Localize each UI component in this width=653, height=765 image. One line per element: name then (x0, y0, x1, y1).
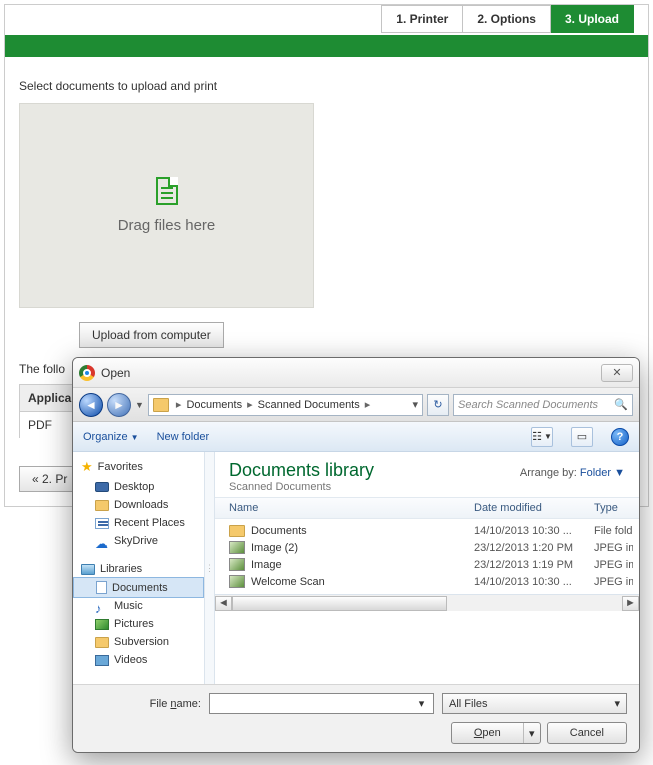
tab-printer[interactable]: 1. Printer (381, 5, 463, 33)
cancel-button[interactable]: Cancel (547, 722, 627, 744)
scroll-left-icon[interactable]: ◄ (215, 596, 232, 611)
file-date: 14/10/2013 10:30 ... (474, 576, 594, 588)
crumb-dropdown-icon[interactable]: ▾ (412, 398, 418, 411)
nav-back-button[interactable]: ◄ (79, 393, 103, 417)
folder-icon (95, 637, 109, 648)
arrange-by[interactable]: Arrange by: Folder ▼ (520, 467, 625, 479)
refresh-button[interactable]: ↻ (427, 394, 449, 416)
nav-videos[interactable]: Videos (73, 651, 204, 669)
col-type[interactable]: Type (594, 502, 633, 514)
music-icon: ♪ (95, 601, 109, 612)
nav-forward-button[interactable]: ► (107, 393, 131, 417)
nav-recent[interactable]: Recent Places (73, 514, 204, 532)
file-name: Welcome Scan (251, 576, 325, 588)
splitter-handle[interactable]: ⋮ (205, 452, 215, 684)
navigation-pane: ★Favorites Desktop Downloads Recent Plac… (73, 452, 205, 684)
upload-prompt: Select documents to upload and print (19, 79, 634, 93)
tab-options[interactable]: 2. Options (463, 5, 551, 33)
chevron-down-icon[interactable]: ▾ (614, 697, 620, 710)
open-split-dropdown[interactable]: ▾ (524, 723, 540, 743)
file-filter-select[interactable]: All Files▾ (442, 693, 627, 714)
dialog-titlebar: Open ✕ (73, 358, 639, 388)
view-mode-button[interactable]: ☷ ▼ (531, 427, 553, 447)
document-icon (156, 177, 178, 205)
crumb-documents[interactable]: Documents (186, 399, 242, 411)
image-icon (229, 575, 245, 588)
file-date: 23/12/2013 1:19 PM (474, 559, 594, 571)
nav-music[interactable]: ♪Music (73, 597, 204, 615)
image-icon (229, 541, 245, 554)
recent-icon (95, 518, 109, 529)
nav-subversion[interactable]: Subversion (73, 633, 204, 651)
file-list: Documents14/10/2013 10:30 ...File folder… (215, 519, 639, 594)
search-placeholder: Search Scanned Documents (458, 399, 598, 411)
open-button[interactable]: Open ▾ (451, 722, 541, 744)
organize-menu[interactable]: Organize▼ (83, 431, 139, 443)
libraries-icon (81, 564, 95, 575)
new-folder-button[interactable]: New folder (157, 431, 210, 443)
close-button[interactable]: ✕ (601, 364, 633, 382)
folder-icon (229, 525, 245, 537)
image-icon (229, 558, 245, 571)
chrome-icon (79, 365, 95, 381)
column-headers[interactable]: Name Date modified Type (215, 497, 639, 519)
desktop-icon (95, 482, 109, 492)
upload-from-computer-button[interactable]: Upload from computer (79, 322, 224, 348)
dialog-toolbar: Organize▼ New folder ☷ ▼ ▭ ? (73, 422, 639, 452)
address-bar: ◄ ► ▼ ▸ Documents ▸ Scanned Documents ▸ … (73, 388, 639, 422)
file-name: Documents (251, 525, 307, 537)
file-type: File folder (594, 525, 633, 537)
chevron-down-icon[interactable]: ▾ (414, 697, 429, 710)
preview-pane-button[interactable]: ▭ (571, 427, 593, 447)
star-icon: ★ (81, 459, 93, 475)
scroll-right-icon[interactable]: ► (622, 596, 639, 611)
videos-icon (95, 655, 109, 666)
drop-zone[interactable]: Drag files here (19, 103, 314, 308)
folder-icon (95, 500, 109, 511)
search-icon: 🔍 (614, 398, 628, 411)
file-type: JPEG imag (594, 542, 633, 554)
file-row[interactable]: Image 23/12/2013 1:19 PMJPEG imag (215, 556, 639, 573)
file-row[interactable]: Image (2) 23/12/2013 1:20 PMJPEG imag (215, 539, 639, 556)
horizontal-scrollbar[interactable]: ◄ ► (215, 594, 639, 611)
pictures-icon (95, 619, 109, 630)
nav-documents[interactable]: Documents (73, 577, 204, 598)
search-input[interactable]: Search Scanned Documents 🔍 (453, 394, 633, 416)
crumb-scanned[interactable]: Scanned Documents (258, 399, 360, 411)
file-name-label: File name: (85, 698, 201, 710)
nav-desktop[interactable]: Desktop (73, 478, 204, 496)
drop-zone-label: Drag files here (118, 217, 216, 234)
nav-downloads[interactable]: Downloads (73, 496, 204, 514)
breadcrumb[interactable]: ▸ Documents ▸ Scanned Documents ▸ ▾ (148, 394, 423, 416)
file-row[interactable]: Welcome Scan 14/10/2013 10:30 ...JPEG ima… (215, 573, 639, 590)
application-column-header: Applica (19, 384, 75, 412)
file-type: JPEG imag (594, 576, 633, 588)
pdf-label: PDF (19, 412, 75, 438)
file-date: 23/12/2013 1:20 PM (474, 542, 594, 554)
nav-skydrive[interactable]: ☁SkyDrive (73, 532, 204, 550)
file-date: 14/10/2013 10:30 ... (474, 525, 594, 537)
nav-libraries[interactable]: Libraries (73, 560, 204, 578)
nav-pictures[interactable]: Pictures (73, 615, 204, 633)
tab-upload[interactable]: 3. Upload (551, 5, 634, 33)
header-bar (5, 35, 648, 57)
file-name: Image (251, 559, 282, 571)
dialog-title: Open (101, 366, 130, 380)
cloud-icon: ☁ (95, 536, 109, 547)
file-row[interactable]: Documents 14/10/2013 10:30 ...File folder (215, 523, 639, 539)
nav-favorites[interactable]: ★Favorites (73, 456, 204, 478)
help-button[interactable]: ? (611, 428, 629, 446)
following-text: The follo (19, 362, 65, 376)
library-icon (153, 398, 169, 412)
library-subtitle: Scanned Documents (229, 481, 625, 493)
step-tabs: 1. Printer 2. Options 3. Upload (19, 5, 634, 33)
col-name[interactable]: Name (229, 502, 474, 514)
file-name-input[interactable]: ▾ (209, 693, 434, 714)
document-icon (96, 581, 107, 594)
open-file-dialog: Open ✕ ◄ ► ▼ ▸ Documents ▸ Scanned Docum… (72, 357, 640, 753)
file-name: Image (2) (251, 542, 298, 554)
file-type: JPEG imag (594, 559, 633, 571)
col-date[interactable]: Date modified (474, 502, 594, 514)
